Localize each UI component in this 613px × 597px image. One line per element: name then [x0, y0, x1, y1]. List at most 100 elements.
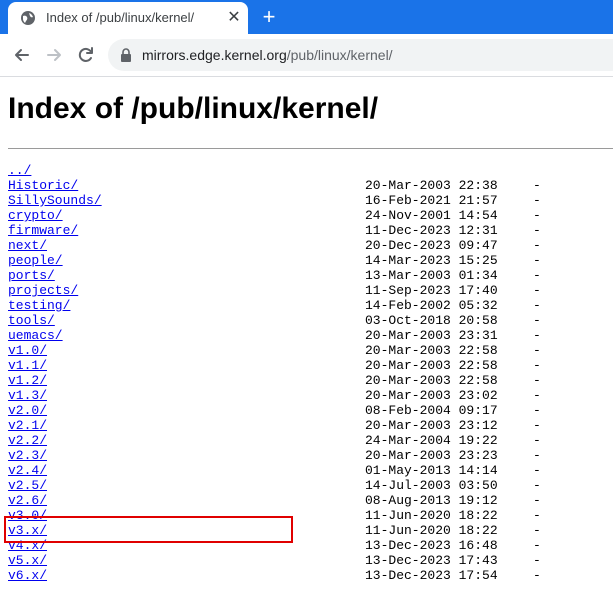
arrow-left-icon[interactable]: [12, 45, 32, 65]
directory-link[interactable]: crypto/: [8, 208, 63, 223]
page-title: Index of /pub/linux/kernel/: [8, 92, 379, 125]
directory-link[interactable]: people/: [8, 253, 63, 268]
list-item: v2.2/24-Mar-2004 19:22 -: [8, 433, 541, 448]
url-text[interactable]: mirrors.edge.kernel.org/pub/linux/kernel…: [142, 47, 393, 63]
list-item: SillySounds/16-Feb-2021 21:57 -: [8, 193, 541, 208]
directory-link[interactable]: v1.0/: [8, 343, 47, 358]
modified-date: 20-Mar-2003 22:58: [365, 373, 498, 388]
browser-toolbar: mirrors.edge.kernel.org/pub/linux/kernel…: [0, 34, 613, 77]
modified-date: 24-Mar-2004 19:22: [365, 433, 498, 448]
directory-link[interactable]: ../: [8, 163, 31, 178]
list-item: v5.x/13-Dec-2023 17:43 -: [8, 553, 541, 568]
close-icon[interactable]: ✕: [226, 10, 242, 26]
directory-link[interactable]: v1.1/: [8, 358, 47, 373]
modified-date: 24-Nov-2001 14:54: [365, 208, 498, 223]
modified-date: 11-Dec-2023 12:31: [365, 223, 498, 238]
list-item: testing/14-Feb-2002 05:32 -: [8, 298, 541, 313]
file-size: -: [533, 478, 541, 493]
file-size: -: [533, 508, 541, 523]
file-size: -: [533, 298, 541, 313]
file-size: -: [533, 358, 541, 373]
directory-link[interactable]: v2.5/: [8, 478, 47, 493]
list-item: crypto/24-Nov-2001 14:54 -: [8, 208, 541, 223]
directory-link[interactable]: v5.x/: [8, 553, 47, 568]
list-item: v2.3/20-Mar-2003 23:23 -: [8, 448, 541, 463]
directory-link[interactable]: Historic/: [8, 178, 78, 193]
browser-tab[interactable]: Index of /pub/linux/kernel/ ✕: [8, 2, 248, 34]
list-item: projects/11-Sep-2023 17:40 -: [8, 283, 541, 298]
directory-link[interactable]: v6.x/: [8, 568, 47, 583]
list-item: v6.x/13-Dec-2023 17:54 -: [8, 568, 541, 583]
globe-icon: [21, 11, 35, 25]
modified-date: 20-Mar-2003 22:58: [365, 358, 498, 373]
address-bar[interactable]: mirrors.edge.kernel.org/pub/linux/kernel…: [108, 39, 613, 71]
list-item: v1.3/20-Mar-2003 23:02 -: [8, 388, 541, 403]
list-item: v2.0/08-Feb-2004 09:17 -: [8, 403, 541, 418]
directory-link[interactable]: ports/: [8, 268, 55, 283]
list-item: Historic/20-Mar-2003 22:38 -: [8, 178, 541, 193]
directory-link[interactable]: SillySounds/: [8, 193, 102, 208]
list-item: v2.4/01-May-2013 14:14 -: [8, 463, 541, 478]
list-item: v1.0/20-Mar-2003 22:58 -: [8, 343, 541, 358]
modified-date: 13-Dec-2023 16:48: [365, 538, 498, 553]
directory-link[interactable]: firmware/: [8, 223, 78, 238]
modified-date: 14-Jul-2003 03:50: [365, 478, 498, 493]
file-size: -: [533, 328, 541, 343]
directory-link[interactable]: projects/: [8, 283, 78, 298]
directory-link[interactable]: uemacs/: [8, 328, 63, 343]
modified-date: 08-Aug-2013 19:12: [365, 493, 498, 508]
directory-link[interactable]: v1.3/: [8, 388, 47, 403]
directory-link[interactable]: v2.6/: [8, 493, 47, 508]
modified-date: 20-Mar-2003 23:31: [365, 328, 498, 343]
file-size: -: [533, 463, 541, 478]
modified-date: 03-Oct-2018 20:58: [365, 313, 498, 328]
modified-date: 08-Feb-2004 09:17: [365, 403, 498, 418]
file-size: -: [533, 538, 541, 553]
directory-link[interactable]: v2.2/: [8, 433, 47, 448]
tab-title: Index of /pub/linux/kernel/: [46, 10, 195, 25]
arrow-right-icon[interactable]: [44, 45, 64, 65]
file-size: -: [533, 253, 541, 268]
file-size: -: [533, 493, 541, 508]
file-size: -: [533, 403, 541, 418]
modified-date: 11-Jun-2020 18:22: [365, 523, 498, 538]
modified-date: 20-Mar-2003 22:58: [365, 343, 498, 358]
directory-link[interactable]: next/: [8, 238, 47, 253]
modified-date: 11-Jun-2020 18:22: [365, 508, 498, 523]
url-path: /pub/linux/kernel/: [286, 47, 393, 63]
list-item: firmware/11-Dec-2023 12:31 -: [8, 223, 541, 238]
tab-strip: Index of /pub/linux/kernel/ ✕ +: [0, 0, 613, 34]
directory-link[interactable]: testing/: [8, 298, 70, 313]
modified-date: 20-Mar-2003 23:23: [365, 448, 498, 463]
directory-link[interactable]: tools/: [8, 313, 55, 328]
list-item: people/14-Mar-2023 15:25 -: [8, 253, 541, 268]
modified-date: 16-Feb-2021 21:57: [365, 193, 498, 208]
file-size: -: [533, 568, 541, 583]
plus-icon[interactable]: +: [258, 6, 280, 28]
list-item: uemacs/20-Mar-2003 23:31 -: [8, 328, 541, 343]
file-size: -: [533, 388, 541, 403]
modified-date: 20-Dec-2023 09:47: [365, 238, 498, 253]
lock-icon[interactable]: [120, 48, 132, 62]
directory-link[interactable]: v1.2/: [8, 373, 47, 388]
directory-link[interactable]: v2.1/: [8, 418, 47, 433]
divider: [8, 148, 613, 149]
directory-link[interactable]: v2.3/: [8, 448, 47, 463]
list-item: v1.2/20-Mar-2003 22:58 -: [8, 373, 541, 388]
file-size: -: [533, 193, 541, 208]
modified-date: 01-May-2013 14:14: [365, 463, 498, 478]
page-content: Index of /pub/linux/kernel/ ../Historic/…: [8, 90, 613, 583]
list-item: v2.5/14-Jul-2003 03:50 -: [8, 478, 541, 493]
file-size: -: [533, 223, 541, 238]
file-size: -: [533, 523, 541, 538]
file-size: -: [533, 373, 541, 388]
file-size: -: [533, 433, 541, 448]
file-size: -: [533, 553, 541, 568]
list-item: ports/13-Mar-2003 01:34 -: [8, 268, 541, 283]
directory-link[interactable]: v2.4/: [8, 463, 47, 478]
list-item: next/20-Dec-2023 09:47 -: [8, 238, 541, 253]
file-size: -: [533, 448, 541, 463]
directory-link[interactable]: v2.0/: [8, 403, 47, 418]
reload-icon[interactable]: [76, 45, 96, 65]
list-item: v2.6/08-Aug-2013 19:12 -: [8, 493, 541, 508]
